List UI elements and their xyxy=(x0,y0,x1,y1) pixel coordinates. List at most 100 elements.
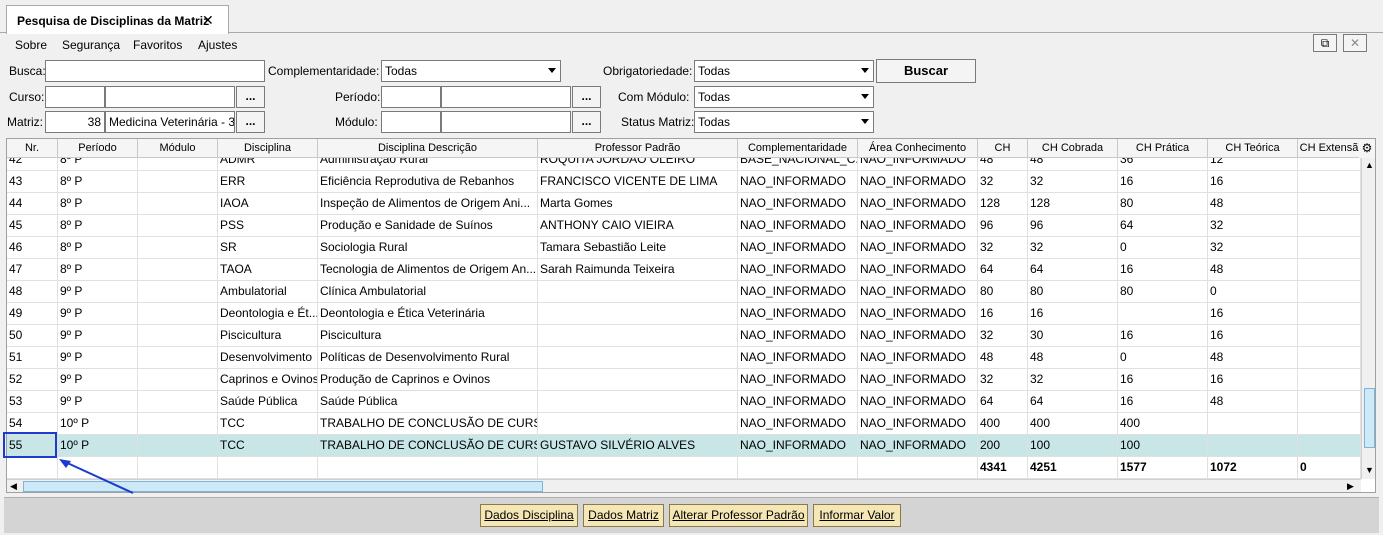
table-row[interactable]: 53 9º P Saúde Pública Saúde Pública NAO_INFO… xyxy=(7,391,1361,413)
table-cell: 32 xyxy=(1028,369,1118,391)
tab-pesquisa-disciplinas[interactable]: Pesquisa de Disciplinas da Matriz ✕ xyxy=(6,5,229,34)
table-cell: 16 xyxy=(1118,259,1208,281)
table-row[interactable]: 48 9º P Ambulatorial Clínica Ambulatorial NA… xyxy=(7,281,1361,303)
vertical-scrollbar[interactable]: ▲ ▼ xyxy=(1361,158,1375,479)
column-header[interactable]: Complementaridade xyxy=(738,139,858,158)
table-cell xyxy=(538,391,738,413)
informar-valor-button[interactable]: Informar Valor xyxy=(813,504,901,527)
column-header[interactable]: Disciplina Descrição xyxy=(318,139,538,158)
status-matriz-select[interactable]: Todas xyxy=(694,111,874,133)
table-row[interactable]: 54 10º P TCC TRABALHO DE CONCLUSÃO DE CURSO… xyxy=(7,413,1361,435)
complementaridade-label: Complementaridade: xyxy=(268,64,380,78)
column-header[interactable]: CH Prática xyxy=(1118,139,1208,158)
periodo-name-input[interactable] xyxy=(441,86,571,108)
table-cell xyxy=(318,457,538,479)
table-cell: 10º P xyxy=(58,413,138,435)
alterar-professor-button[interactable]: Alterar Professor Padrão xyxy=(669,504,808,527)
window-close-icon[interactable]: ✕ xyxy=(1343,34,1367,52)
table-row[interactable]: 55 10º P TCC TRABALHO DE CONCLUSÃO DE CURSO… xyxy=(7,435,1361,457)
table-cell: 64 xyxy=(978,259,1028,281)
periodo-code-input[interactable] xyxy=(381,86,441,108)
table-cell: NAO_INFORMADO xyxy=(738,347,858,369)
table-row[interactable]: 49 9º P Deontologia e Ét... Deontologia e É… xyxy=(7,303,1361,325)
table-cell xyxy=(138,215,218,237)
obrigatoriedade-select[interactable]: Todas xyxy=(694,60,874,82)
table-row[interactable]: 47 8º P TAOA Tecnologia de Alimentos de Ori… xyxy=(7,259,1361,281)
table-cell: 10º P xyxy=(58,435,138,457)
periodo-label: Período: xyxy=(335,90,381,104)
table-cell: ROQUITA JORDÃO OLEIRO xyxy=(538,158,738,171)
table-cell: NAO_INFORMADO xyxy=(738,259,858,281)
table-cell: ERR xyxy=(218,171,318,193)
curso-lookup-button[interactable]: ... xyxy=(236,86,265,108)
menu-favoritos[interactable]: Favoritos xyxy=(133,38,182,52)
table-cell xyxy=(138,435,218,457)
annotation-box xyxy=(3,432,57,458)
table-cell xyxy=(1298,391,1361,413)
com-modulo-select[interactable]: Todas xyxy=(694,86,874,108)
table-cell: 16 xyxy=(1118,171,1208,193)
table-row[interactable]: 42 8º P ADMR Administração Rural ROQUITA JOR… xyxy=(7,158,1361,171)
table-row[interactable]: 46 8º P SR Sociologia Rural Tamara Sebastião… xyxy=(7,237,1361,259)
periodo-lookup-button[interactable]: ... xyxy=(572,86,601,108)
curso-code-input[interactable] xyxy=(45,86,105,108)
dados-matriz-button[interactable]: Dados Matriz xyxy=(583,504,664,527)
column-header[interactable]: Professor Padrão xyxy=(538,139,738,158)
matriz-code-input[interactable]: 38 xyxy=(45,111,105,133)
scroll-down-icon[interactable]: ▼ xyxy=(1365,465,1374,475)
table-cell: TRABALHO DE CONCLUSÃO DE CURSO xyxy=(318,435,538,457)
column-header[interactable]: Área Conhecimento xyxy=(858,139,978,158)
table-cell xyxy=(1298,369,1361,391)
table-cell: NAO_INFORMADO xyxy=(738,215,858,237)
buscar-button[interactable]: Buscar xyxy=(876,59,976,83)
menu-ajustes[interactable]: Ajustes xyxy=(198,38,237,52)
table-cell: 80 xyxy=(1118,281,1208,303)
menu-sobre[interactable]: Sobre xyxy=(15,38,47,52)
table-row[interactable]: 44 8º P IAOA Inspeção de Alimentos de Orige… xyxy=(7,193,1361,215)
curso-name-input[interactable] xyxy=(105,86,235,108)
table-row[interactable]: 52 9º P Caprinos e Ovinos Produção de Capri… xyxy=(7,369,1361,391)
table-cell: Tecnologia de Alimentos de Origem An... xyxy=(318,259,538,281)
column-header[interactable]: Disciplina xyxy=(218,139,318,158)
table-row[interactable]: 51 9º P Desenvolvimento Políticas de Desenv… xyxy=(7,347,1361,369)
column-header[interactable]: CH xyxy=(978,139,1028,158)
column-header[interactable]: Período xyxy=(58,139,138,158)
matriz-name-input[interactable]: Medicina Veterinária - 3 xyxy=(105,111,235,133)
matriz-label: Matriz: xyxy=(7,115,43,129)
tab-close-icon[interactable]: ✕ xyxy=(202,12,214,29)
column-header[interactable]: Módulo xyxy=(138,139,218,158)
chevron-down-icon xyxy=(861,119,869,124)
table-cell: 8º P xyxy=(58,193,138,215)
scroll-left-icon[interactable]: ◀ xyxy=(10,481,17,492)
horizontal-scrollbar[interactable]: ◀ ▶ xyxy=(7,479,1361,492)
table-row[interactable]: 50 9º P Piscicultura Piscicultura NAO_INFORM… xyxy=(7,325,1361,347)
table-cell: 8º P xyxy=(58,215,138,237)
modulo-lookup-button[interactable]: ... xyxy=(572,111,601,133)
busca-input[interactable] xyxy=(45,60,265,82)
table-cell xyxy=(738,457,858,479)
table-cell: 100 xyxy=(1028,435,1118,457)
matriz-lookup-button[interactable]: ... xyxy=(236,111,265,133)
table-row[interactable]: 45 8º P PSS Produção e Sanidade de Suínos AN… xyxy=(7,215,1361,237)
vertical-scroll-thumb[interactable] xyxy=(1364,388,1375,448)
modulo-code-input[interactable] xyxy=(381,111,441,133)
popout-icon[interactable]: ⧉ xyxy=(1313,34,1337,52)
complementaridade-select[interactable]: Todas xyxy=(381,60,561,82)
scroll-right-icon[interactable]: ▶ xyxy=(1347,481,1354,492)
column-header[interactable]: CH Teórica xyxy=(1208,139,1298,158)
table-cell: Tamara Sebastião Leite xyxy=(538,237,738,259)
column-header[interactable]: CH Cobrada xyxy=(1028,139,1118,158)
table-cell: TCC xyxy=(218,435,318,457)
gear-icon[interactable]: ⚙ xyxy=(1359,139,1375,158)
scroll-up-icon[interactable]: ▲ xyxy=(1365,160,1374,170)
dados-disciplina-button[interactable]: Dados Disciplina xyxy=(480,504,578,527)
menu-seguranca[interactable]: Segurança xyxy=(62,38,120,52)
table-cell: 200 xyxy=(978,435,1028,457)
modulo-name-input[interactable] xyxy=(441,111,571,133)
column-header[interactable]: Nr. xyxy=(7,139,58,158)
table-cell xyxy=(1208,413,1298,435)
column-header[interactable]: CH Extensã xyxy=(1298,139,1361,158)
table-cell: IAOA xyxy=(218,193,318,215)
table-row[interactable]: 43 8º P ERR Eficiência Reprodutiva de Reban… xyxy=(7,171,1361,193)
table-cell: Sociologia Rural xyxy=(318,237,538,259)
